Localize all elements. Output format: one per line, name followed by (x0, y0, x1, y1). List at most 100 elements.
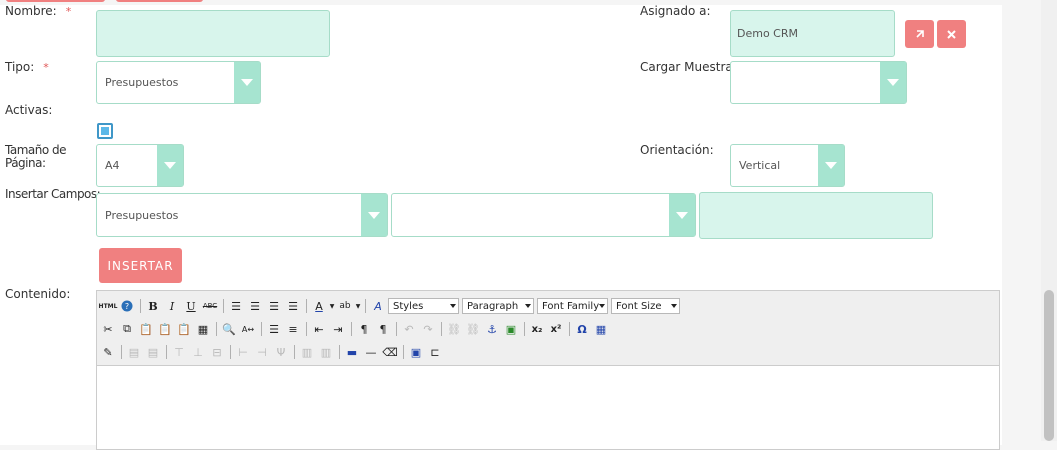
required-mark: * (43, 61, 49, 74)
orientacion-select[interactable]: Vertical (730, 144, 845, 187)
insertar-texto-input[interactable] (699, 192, 933, 239)
toolbar-separator (339, 345, 340, 359)
font-color-icon[interactable]: A (310, 297, 328, 315)
paragraph-dropdown[interactable]: Paragraph (462, 298, 534, 314)
font-size-dropdown[interactable]: Font Size (611, 298, 680, 314)
remove-format-icon[interactable]: A (369, 297, 387, 315)
replace-icon[interactable]: A↔ (239, 320, 257, 338)
link-icon[interactable]: ⛓ (445, 320, 463, 338)
anchor-icon[interactable]: ⚓ (483, 320, 501, 338)
align-center-icon[interactable]: ☰ (246, 297, 264, 315)
page-scrollbar[interactable] (1041, 0, 1057, 441)
merge-cells-icon[interactable]: ▥ (317, 343, 335, 361)
tamano-select[interactable]: A4 (96, 144, 184, 187)
toolbar-separator (403, 345, 404, 359)
strikethrough-icon[interactable]: ABC (201, 297, 219, 315)
align-justify-icon[interactable]: ☰ (284, 297, 302, 315)
paste-word-icon[interactable]: 📋 (175, 320, 193, 338)
underline-icon[interactable]: U (182, 297, 200, 315)
table-icon[interactable]: ▦ (592, 320, 610, 338)
page-break-icon[interactable]: ⊏ (426, 343, 444, 361)
undo-icon[interactable]: ↶ (400, 320, 418, 338)
insert-layer-icon[interactable]: ▬ (343, 343, 361, 361)
find-icon[interactable]: 🔍 (220, 320, 238, 338)
chevron-down-icon (361, 194, 387, 236)
unlink-icon[interactable]: ⛓ (464, 320, 482, 338)
tamano-label: Tamaño de Página: (5, 143, 67, 170)
scrollbar-thumb[interactable] (1044, 290, 1054, 441)
outdent-icon[interactable]: ⇤ (310, 320, 328, 338)
toolbar-separator (140, 299, 141, 313)
align-left-icon[interactable]: ☰ (227, 297, 245, 315)
redo-icon[interactable]: ↷ (419, 320, 437, 338)
orientacion-label: Orientación: (640, 143, 714, 157)
table-cell-props-icon[interactable]: ▤ (144, 343, 162, 361)
table-row-props-icon[interactable]: ▤ (125, 343, 143, 361)
bullet-list-icon[interactable]: ☰ (265, 320, 283, 338)
dropdown-small-icon[interactable]: ▼ (329, 297, 335, 315)
top-button-2[interactable] (116, 0, 203, 2)
toolbar-separator (121, 345, 122, 359)
nombre-input[interactable] (96, 10, 330, 57)
help-icon[interactable]: ? (118, 297, 136, 315)
top-button-1[interactable] (6, 0, 105, 2)
font-family-dropdown[interactable]: Font Family (537, 298, 608, 314)
toolbar-separator (441, 322, 442, 336)
toolbar-separator (365, 299, 366, 313)
subscript-icon[interactable]: x₂ (528, 320, 546, 338)
asignado-select-button[interactable] (905, 20, 934, 48)
bold-icon[interactable]: B (144, 297, 162, 315)
cut-icon[interactable]: ✂ (99, 320, 117, 338)
ltr-icon[interactable]: ¶ (355, 320, 373, 338)
visual-aid-icon[interactable]: ▣ (407, 343, 425, 361)
numbered-list-icon[interactable]: ≡ (284, 320, 302, 338)
tipo-select[interactable]: Presupuestos (96, 61, 261, 104)
dropdown-small-icon[interactable]: ▼ (355, 297, 361, 315)
required-mark: * (65, 5, 72, 18)
col-before-icon[interactable]: ⊢ (234, 343, 252, 361)
toolbar-separator (261, 322, 262, 336)
italic-icon[interactable]: I (163, 297, 181, 315)
row-before-icon[interactable]: ⊤ (170, 343, 188, 361)
activas-label: Activas: (5, 103, 53, 117)
superscript-icon[interactable]: x² (547, 320, 565, 338)
delete-col-icon[interactable]: Ψ (272, 343, 290, 361)
activas-checkbox[interactable] (97, 123, 113, 139)
insertar-modulo-value: Presupuestos (105, 208, 179, 222)
content-editor[interactable]: HTML ? B I U ABC ☰ ☰ ☰ ☰ A ▼ ab ▼ A Styl… (96, 290, 1000, 450)
indent-icon[interactable]: ⇥ (329, 320, 347, 338)
paste-text-icon[interactable]: 📋 (156, 320, 174, 338)
horizontal-rule-icon[interactable]: — (362, 343, 380, 361)
insertar-button[interactable]: INSERTAR (99, 248, 182, 283)
eraser-icon[interactable]: ⌫ (381, 343, 399, 361)
rtl-icon[interactable]: ¶ (374, 320, 392, 338)
image-icon[interactable]: ▣ (502, 320, 520, 338)
cargar-muestra-select[interactable] (730, 61, 907, 104)
insertar-campo-select[interactable] (391, 193, 696, 237)
toolbar-separator (396, 322, 397, 336)
tipo-label: Tipo: * (5, 60, 49, 75)
split-cells-icon[interactable]: ▥ (298, 343, 316, 361)
delete-row-icon[interactable]: ⊟ (208, 343, 226, 361)
chevron-down-icon (669, 194, 695, 236)
copy-icon[interactable]: ⧉ (118, 320, 136, 338)
chevron-down-icon (818, 145, 844, 186)
select-all-icon[interactable]: ▦ (194, 320, 212, 338)
highlight-color-icon[interactable]: ab (336, 297, 354, 315)
html-icon[interactable]: HTML (99, 297, 118, 315)
row-after-icon[interactable]: ⊥ (189, 343, 207, 361)
styles-dropdown[interactable]: Styles (388, 298, 459, 314)
toolbar-separator (524, 322, 525, 336)
editor-toolbar: HTML ? B I U ABC ☰ ☰ ☰ ☰ A ▼ ab ▼ A Styl… (97, 291, 999, 366)
special-char-icon[interactable]: Ω (573, 320, 591, 338)
contenido-label: Contenido: (5, 287, 71, 301)
edit-icon[interactable]: ✎ (99, 343, 117, 361)
paste-icon[interactable]: 📋 (137, 320, 155, 338)
chevron-down-icon (157, 145, 183, 186)
col-after-icon[interactable]: ⊣ (253, 343, 271, 361)
align-right-icon[interactable]: ☰ (265, 297, 283, 315)
svg-text:?: ? (125, 302, 129, 311)
asignado-clear-button[interactable] (937, 20, 966, 48)
asignado-input[interactable]: Demo CRM (730, 10, 895, 57)
insertar-modulo-select[interactable]: Presupuestos (96, 193, 388, 237)
